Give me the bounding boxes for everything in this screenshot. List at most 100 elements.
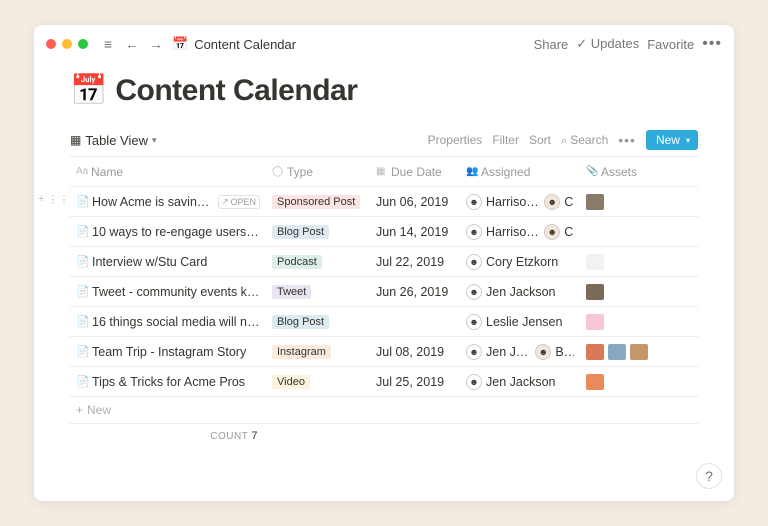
updates-button[interactable]: Updates — [576, 36, 639, 52]
table-more-icon[interactable]: ••• — [618, 132, 636, 148]
cell-name[interactable]: 📄16 things social media will never be ab… — [70, 311, 266, 333]
table-row[interactable]: 📄Tips & Tricks for Acme ProsVideoJul 25,… — [70, 367, 698, 397]
cell-name[interactable]: 📄Team Trip - Instagram Story — [70, 341, 266, 363]
count-cell[interactable]: COUNT 7 — [70, 430, 266, 442]
plus-icon: + — [76, 403, 83, 417]
row-title: Interview w/Stu Card — [92, 255, 207, 269]
cell-due-date[interactable]: Jun 06, 2019 — [370, 191, 460, 213]
cell-name[interactable]: 📄Tweet - community events kickoff — [70, 281, 266, 303]
cell-assets[interactable] — [580, 340, 698, 364]
asset-thumbnail[interactable] — [608, 344, 626, 360]
cell-assets[interactable] — [580, 280, 698, 304]
asset-thumbnail[interactable] — [586, 284, 604, 300]
cell-due-date[interactable]: Jun 26, 2019 — [370, 281, 460, 303]
asset-thumbnail[interactable] — [586, 374, 604, 390]
cell-type[interactable]: Video — [266, 371, 370, 393]
cell-assets[interactable] — [580, 190, 698, 214]
help-button[interactable]: ? — [696, 463, 722, 489]
drag-handle-icon[interactable]: ⋮⋮ — [47, 193, 69, 206]
page-title[interactable]: Content Calendar — [115, 74, 357, 108]
table-row[interactable]: 📄10 ways to re-engage users with drip ca… — [70, 217, 698, 247]
nav-back-icon[interactable]: ← — [124, 36, 140, 52]
page-icon: 📄 — [76, 255, 88, 268]
cell-assigned[interactable]: ☻Leslie Jensen — [460, 310, 580, 334]
cell-type[interactable]: Blog Post — [266, 311, 370, 333]
nav-forward-icon[interactable]: → — [148, 36, 164, 52]
table-row[interactable]: +⋮⋮📄How Acme is saving the gig economy↗O… — [70, 187, 698, 217]
cell-name[interactable]: 📄 Interview w/Stu Card — [70, 251, 266, 273]
type-tag: Instagram — [272, 345, 331, 359]
file-prop-icon: 📎 — [586, 166, 597, 177]
cell-assigned[interactable]: ☻Jen Jackson — [460, 280, 580, 304]
open-icon: ↗ — [222, 197, 229, 206]
count-label: COUNT — [210, 431, 248, 442]
cell-assets[interactable] — [580, 370, 698, 394]
table-row[interactable]: 📄 Interview w/Stu Card PodcastJul 22, 2019… — [70, 247, 698, 277]
cell-type[interactable]: Instagram — [266, 341, 370, 363]
cell-assigned[interactable]: ☻Harrison Medoff☻Ca — [460, 220, 580, 244]
add-icon[interactable]: + — [38, 193, 44, 206]
favorite-button[interactable]: Favorite — [647, 37, 694, 52]
asset-thumbnail[interactable] — [586, 194, 604, 210]
col-assigned[interactable]: 👥Assigned — [460, 161, 580, 183]
asset-thumbnail[interactable] — [586, 314, 604, 330]
table-row[interactable]: 📄16 things social media will never be ab… — [70, 307, 698, 337]
cell-due-date[interactable]: Jul 25, 2019 — [370, 371, 460, 393]
cell-type[interactable]: Tweet — [266, 281, 370, 303]
cell-due-date[interactable]: Jul 22, 2019 — [370, 251, 460, 273]
share-button[interactable]: Share — [534, 37, 569, 52]
row-title: 10 ways to re-engage users with drip cam… — [92, 225, 260, 239]
asset-thumbnail[interactable] — [586, 254, 604, 270]
cell-due-date[interactable]: Jun 14, 2019 — [370, 221, 460, 243]
minimize-window-button[interactable] — [62, 39, 72, 49]
page-icon: 📄 — [76, 375, 88, 388]
maximize-window-button[interactable] — [78, 39, 88, 49]
cell-assets[interactable] — [580, 250, 698, 274]
topbar: ≡ ← → 📅 Content Calendar Share Updates F… — [34, 25, 734, 59]
cell-name[interactable]: 📄How Acme is saving the gig economy↗OPEN — [70, 191, 266, 213]
close-window-button[interactable] — [46, 39, 56, 49]
cell-assets[interactable] — [580, 310, 698, 334]
cell-due-date[interactable] — [370, 318, 460, 326]
table-header: AaName ◯Type ▦Due Date 👥Assigned 📎Assets — [70, 157, 698, 187]
cell-name[interactable]: 📄10 ways to re-engage users with drip ca… — [70, 221, 266, 243]
add-row-button[interactable]: + New — [70, 397, 698, 424]
col-assets[interactable]: 📎Assets — [580, 161, 698, 183]
search-button[interactable]: Search — [561, 133, 608, 148]
filter-button[interactable]: Filter — [492, 133, 519, 147]
more-menu-icon[interactable]: ••• — [702, 35, 722, 53]
page-icon[interactable]: 📅 — [70, 73, 107, 108]
table-body: +⋮⋮📄How Acme is saving the gig economy↗O… — [70, 187, 698, 397]
properties-button[interactable]: Properties — [428, 133, 483, 147]
page-header: 📅 Content Calendar — [70, 73, 698, 108]
asset-thumbnail[interactable] — [630, 344, 648, 360]
open-page-button[interactable]: ↗OPEN — [218, 195, 260, 209]
view-switcher[interactable]: ▦ Table View ▾ — [70, 133, 157, 148]
menu-icon[interactable]: ≡ — [100, 36, 116, 52]
col-due-date[interactable]: ▦Due Date — [370, 161, 460, 183]
cell-name[interactable]: 📄Tips & Tricks for Acme Pros — [70, 371, 266, 393]
cell-type[interactable]: Podcast — [266, 251, 370, 273]
page-icon: 📄 — [76, 285, 88, 298]
cell-assigned[interactable]: ☻Harrison Medoff☻Co — [460, 190, 580, 214]
assignee-name: Cory Etzkorn — [486, 255, 558, 269]
avatar: ☻ — [544, 224, 560, 240]
date-prop-icon: ▦ — [376, 166, 387, 177]
sort-button[interactable]: Sort — [529, 133, 551, 147]
cell-type[interactable]: Blog Post — [266, 221, 370, 243]
new-button[interactable]: New ▾ — [646, 130, 698, 150]
col-name[interactable]: AaName — [70, 161, 266, 183]
cell-due-date[interactable]: Jul 08, 2019 — [370, 341, 460, 363]
asset-thumbnail[interactable] — [586, 344, 604, 360]
cell-assets[interactable] — [580, 228, 698, 236]
cell-type[interactable]: Sponsored Post — [266, 191, 370, 213]
table-row[interactable]: 📄Team Trip - Instagram Story Instagram Jul… — [70, 337, 698, 367]
calendar-icon: 📅 — [172, 36, 188, 52]
cell-assigned[interactable]: ☻Jen Jackson☻Beez — [460, 340, 580, 364]
breadcrumb-label: Content Calendar — [194, 37, 296, 52]
breadcrumb[interactable]: 📅 Content Calendar — [172, 36, 296, 52]
col-type[interactable]: ◯Type — [266, 161, 370, 183]
cell-assigned[interactable]: ☻Jen Jackson — [460, 370, 580, 394]
cell-assigned[interactable]: ☻Cory Etzkorn — [460, 250, 580, 274]
table-row[interactable]: 📄Tweet - community events kickoffTweetJu… — [70, 277, 698, 307]
